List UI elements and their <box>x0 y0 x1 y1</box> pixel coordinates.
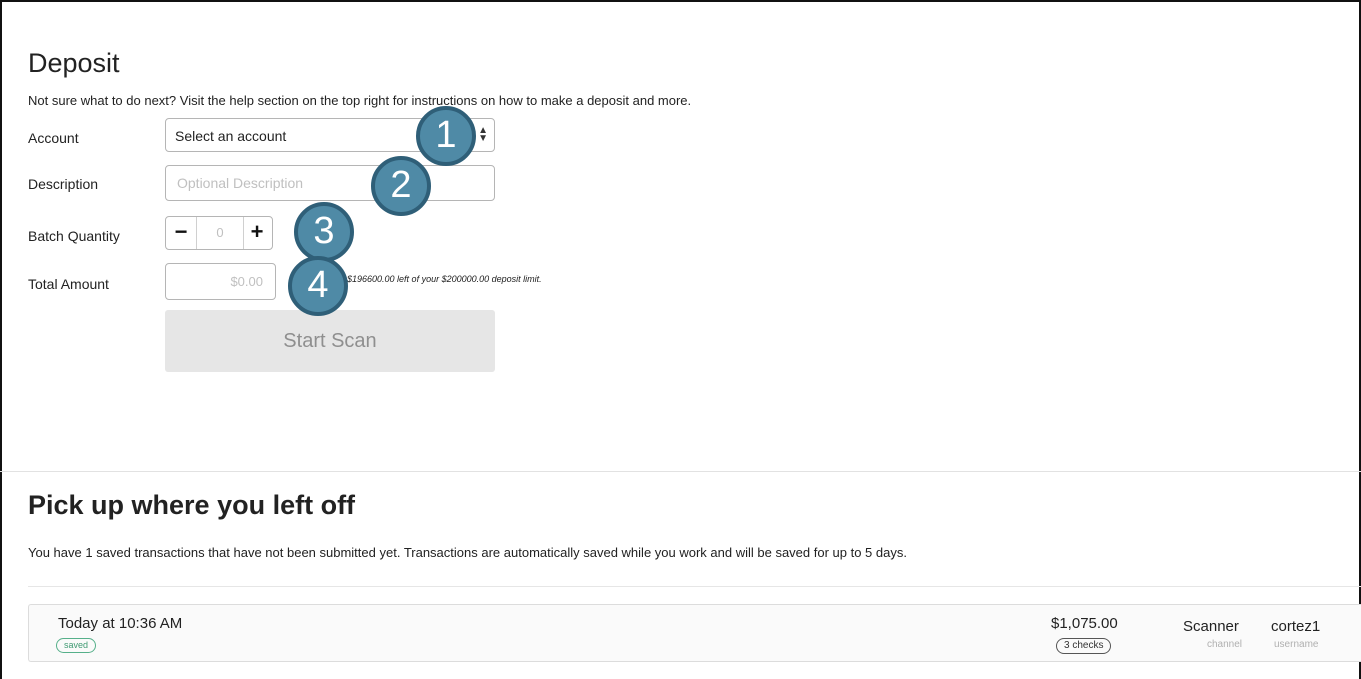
transaction-username: cortez1 <box>1271 618 1321 635</box>
callout-badge-2: 2 <box>371 156 431 216</box>
decrement-button[interactable]: − <box>168 217 194 249</box>
increment-button[interactable]: + <box>244 217 270 249</box>
deposit-help-text: Not sure what to do next? Visit the help… <box>28 93 692 108</box>
description-input[interactable] <box>165 165 495 201</box>
callout-badge-4: 4 <box>288 256 348 316</box>
batch-quantity-label: Batch Quantity <box>28 228 120 244</box>
status-badge: saved <box>56 638 97 653</box>
username-caption: username <box>1274 639 1319 650</box>
checks-count-badge: 3 checks <box>1056 638 1112 654</box>
description-label: Description <box>28 176 99 192</box>
transaction-amount: $1,075.00 <box>1051 615 1118 632</box>
pickup-title: Pick up where you left off <box>28 490 356 520</box>
section-divider <box>0 471 1361 472</box>
total-amount-label: Total Amount <box>28 276 109 292</box>
pickup-description: You have 1 saved transactions that have … <box>28 545 907 560</box>
total-amount-input[interactable]: $0.00 <box>165 263 276 300</box>
select-arrows-icon: ▲ ▼ <box>478 125 488 144</box>
saved-transaction-row[interactable]: Today at 10:36 AM saved $1,075.00 3 chec… <box>28 604 1361 662</box>
batch-quantity-stepper: − 0 + <box>165 216 273 250</box>
callout-badge-1: 1 <box>416 106 476 166</box>
deposit-limit-note: ve $196600.00 left of your $200000.00 de… <box>335 274 542 284</box>
transaction-channel: Scanner <box>1183 618 1239 635</box>
channel-caption: channel <box>1207 639 1243 650</box>
account-select-value: Select an account <box>175 128 287 144</box>
deposit-title: Deposit <box>28 48 120 78</box>
account-label: Account <box>28 130 79 146</box>
transaction-time: Today at 10:36 AM <box>58 615 183 632</box>
pickup-divider <box>28 586 1361 587</box>
batch-quantity-value[interactable]: 0 <box>196 217 244 249</box>
start-scan-button[interactable]: Start Scan <box>165 310 495 372</box>
callout-badge-3: 3 <box>294 202 354 262</box>
